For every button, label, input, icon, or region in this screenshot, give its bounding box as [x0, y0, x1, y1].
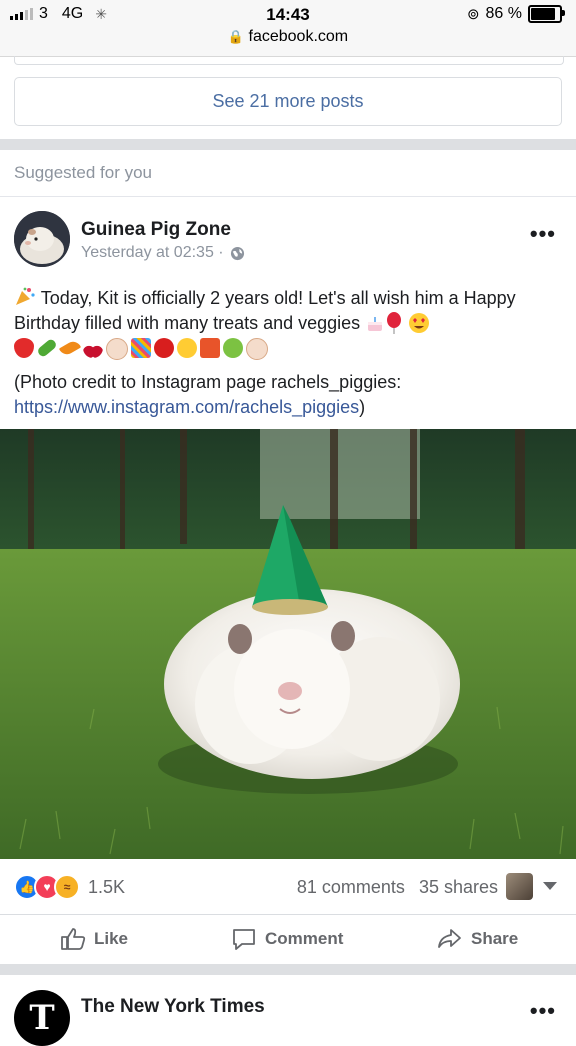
cake-icon — [365, 313, 385, 333]
battery-area: ⊚ 86 % — [466, 5, 565, 23]
next-page-name[interactable]: The New York Times — [81, 996, 265, 1018]
more-options-icon[interactable]: ••• — [530, 221, 556, 247]
thumbs-up-icon — [61, 928, 86, 950]
nyt-avatar[interactable]: T — [14, 990, 70, 1046]
post-timestamp[interactable]: Yesterday at 02:35 · — [81, 244, 224, 262]
url-text: facebook.com — [248, 28, 349, 45]
share-button[interactable]: Share — [437, 927, 518, 951]
reactions-summary[interactable]: 👍 ♥ ≈ 1.5K — [14, 874, 125, 900]
hamster-icon — [246, 338, 268, 360]
more-options-icon[interactable]: ••• — [530, 998, 556, 1024]
share-label: Share — [471, 929, 519, 948]
post-body: Today, Kit is officially 2 years old! Le… — [14, 286, 564, 420]
party-popper-icon — [14, 287, 41, 308]
engagement-counts: 81 comments 35 shares — [297, 877, 498, 898]
credit-text: (Photo credit to Instagram page rachels_… — [14, 372, 402, 392]
post-photo[interactable] — [0, 429, 576, 859]
comments-count[interactable]: 81 comments — [297, 877, 405, 898]
comment-button[interactable]: Comment — [231, 927, 343, 951]
divider — [0, 196, 576, 197]
emoji-row — [14, 337, 564, 360]
strawberry-icon — [14, 338, 34, 358]
chevron-down-icon[interactable] — [543, 882, 557, 890]
gift-icon — [200, 338, 220, 358]
battery-percent: 86 % — [485, 5, 522, 22]
see-more-posts-button[interactable]: See 21 more posts — [14, 77, 562, 126]
balloon-icon — [385, 312, 403, 334]
post-text: Today, Kit is officially 2 years old! Le… — [14, 288, 516, 333]
post-actions: Like Comment Share — [0, 914, 576, 965]
section-separator — [0, 964, 576, 975]
comment-label: Comment — [265, 929, 344, 948]
section-separator — [0, 139, 576, 150]
photo-credit: (Photo credit to Instagram page rachels_… — [14, 370, 564, 420]
heart-eyes-icon — [408, 313, 430, 333]
grinning-face-icon — [177, 338, 197, 358]
page-name[interactable]: Guinea Pig Zone — [81, 219, 231, 241]
previous-card-edge — [14, 56, 564, 65]
hamster-icon — [106, 338, 128, 360]
confetti-icon — [131, 338, 151, 358]
page-avatar[interactable] — [14, 211, 70, 267]
like-button[interactable]: Like — [60, 927, 128, 951]
instagram-link[interactable]: https://www.instagram.com/rachels_piggie… — [14, 397, 359, 417]
cucumber-icon — [36, 337, 58, 359]
haha-reaction-icon: ≈ — [54, 874, 80, 900]
shares-count[interactable]: 35 shares — [419, 877, 498, 898]
url-bar[interactable]: 🔒 facebook.com — [0, 28, 576, 46]
apple-icon — [154, 338, 174, 358]
globe-icon — [230, 246, 244, 260]
post-meta: Yesterday at 02:35 · — [81, 244, 245, 262]
credit-close: ) — [359, 397, 366, 417]
green-apple-icon — [223, 338, 243, 358]
cherries-icon — [83, 338, 103, 358]
status-bar: 3 4G ✳ 14:43 🔒 facebook.com ⊚ 86 % — [0, 0, 576, 57]
rotation-lock-icon: ⊚ — [466, 6, 480, 23]
viewer-avatar[interactable] — [506, 873, 533, 900]
reaction-count: 1.5K — [88, 876, 126, 897]
comment-icon — [233, 929, 255, 950]
suggested-heading: Suggested for you — [14, 163, 152, 182]
like-label: Like — [94, 929, 129, 948]
share-icon — [438, 929, 461, 948]
battery-icon — [528, 5, 565, 23]
lock-icon: 🔒 — [227, 29, 245, 44]
carrot-icon — [58, 338, 82, 358]
